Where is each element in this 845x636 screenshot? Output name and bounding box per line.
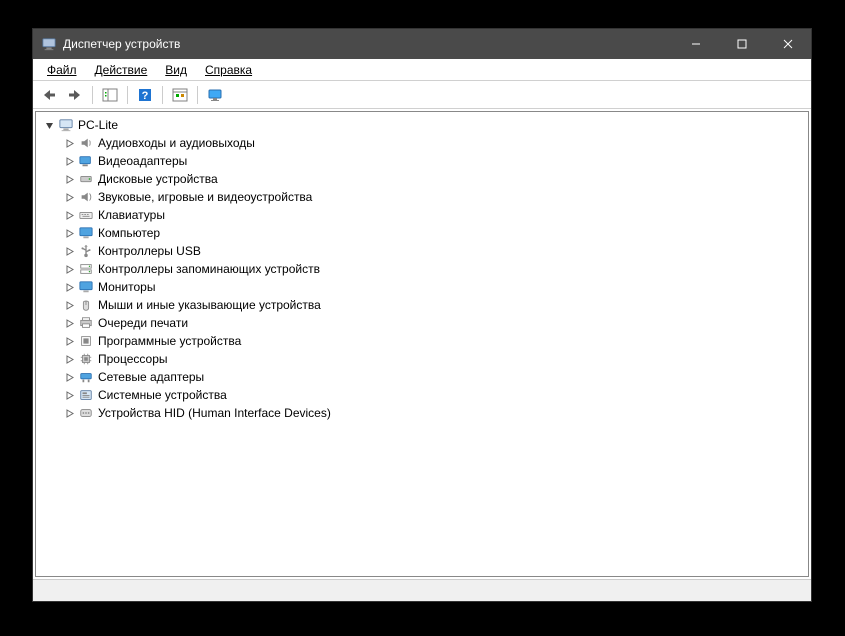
category-label: Процессоры (98, 352, 168, 366)
remote-computer-button[interactable] (203, 84, 227, 106)
back-button[interactable] (37, 84, 61, 106)
window-title: Диспетчер устройств (63, 37, 180, 51)
system-icon (78, 387, 94, 403)
chevron-down-icon[interactable] (42, 118, 56, 132)
menubar: Файл Действие Вид Справка (33, 59, 811, 81)
root-label: PC-Lite (78, 118, 118, 132)
tree-category-node[interactable]: Мониторы (58, 278, 806, 296)
titlebar: Диспетчер устройств (33, 29, 811, 59)
storage-ctrl-icon (78, 261, 94, 277)
category-label: Программные устройства (98, 334, 241, 348)
tree-category-node[interactable]: Звуковые, игровые и видеоустройства (58, 188, 806, 206)
printer-icon (78, 315, 94, 331)
tree-category-node[interactable]: Системные устройства (58, 386, 806, 404)
chevron-right-icon[interactable] (62, 352, 76, 366)
chevron-right-icon[interactable] (62, 172, 76, 186)
computer-icon (58, 117, 74, 133)
chevron-right-icon[interactable] (62, 136, 76, 150)
chevron-right-icon[interactable] (62, 406, 76, 420)
monitor-icon (78, 279, 94, 295)
tree-category-node[interactable]: Программные устройства (58, 332, 806, 350)
tree-category-node[interactable]: Очереди печати (58, 314, 806, 332)
category-label: Очереди печати (98, 316, 188, 330)
tree-category-node[interactable]: Процессоры (58, 350, 806, 368)
chevron-right-icon[interactable] (62, 262, 76, 276)
toolbar-separator (92, 86, 93, 104)
close-button[interactable] (765, 29, 811, 59)
chevron-right-icon[interactable] (62, 244, 76, 258)
chevron-right-icon[interactable] (62, 280, 76, 294)
tree-category-node[interactable]: Дисковые устройства (58, 170, 806, 188)
chevron-right-icon[interactable] (62, 190, 76, 204)
menu-help[interactable]: Справка (197, 61, 260, 79)
category-label: Контроллеры USB (98, 244, 201, 258)
chevron-right-icon[interactable] (62, 226, 76, 240)
tree-category-node[interactable]: Клавиатуры (58, 206, 806, 224)
tree-category-node[interactable]: Видеоадаптеры (58, 152, 806, 170)
tree-category-node[interactable]: Контроллеры запоминающих устройств (58, 260, 806, 278)
usb-icon (78, 243, 94, 259)
app-icon (41, 36, 57, 52)
software-icon (78, 333, 94, 349)
forward-button[interactable] (63, 84, 87, 106)
category-label: Контроллеры запоминающих устройств (98, 262, 320, 276)
network-icon (78, 369, 94, 385)
scan-hardware-button[interactable] (168, 84, 192, 106)
toolbar: ? (33, 81, 811, 109)
tree-category-node[interactable]: Аудиовходы и аудиовыходы (58, 134, 806, 152)
chevron-right-icon[interactable] (62, 298, 76, 312)
svg-text:?: ? (142, 90, 149, 102)
tree-category-node[interactable]: Мыши и иные указывающие устройства (58, 296, 806, 314)
category-label: Компьютер (98, 226, 160, 240)
chevron-right-icon[interactable] (62, 316, 76, 330)
tree-category-node[interactable]: Устройства HID (Human Interface Devices) (58, 404, 806, 422)
toolbar-separator (197, 86, 198, 104)
category-label: Видеоадаптеры (98, 154, 187, 168)
tree-root-node[interactable]: PC-Lite (38, 116, 806, 134)
toolbar-separator (162, 86, 163, 104)
display-adapter-icon (78, 153, 94, 169)
chevron-right-icon[interactable] (62, 208, 76, 222)
cpu-icon (78, 351, 94, 367)
chevron-right-icon[interactable] (62, 370, 76, 384)
menu-view[interactable]: Вид (157, 61, 195, 79)
show-hide-console-button[interactable] (98, 84, 122, 106)
category-label: Устройства HID (Human Interface Devices) (98, 406, 331, 420)
minimize-button[interactable] (673, 29, 719, 59)
disk-icon (78, 171, 94, 187)
tree-category-node[interactable]: Контроллеры USB (58, 242, 806, 260)
toolbar-separator (127, 86, 128, 104)
sound-icon (78, 189, 94, 205)
maximize-button[interactable] (719, 29, 765, 59)
tree-category-node[interactable]: Компьютер (58, 224, 806, 242)
category-label: Дисковые устройства (98, 172, 218, 186)
chevron-right-icon[interactable] (62, 388, 76, 402)
category-label: Сетевые адаптеры (98, 370, 204, 384)
category-label: Клавиатуры (98, 208, 165, 222)
help-button[interactable]: ? (133, 84, 157, 106)
category-label: Аудиовходы и аудиовыходы (98, 136, 255, 150)
hid-icon (78, 405, 94, 421)
category-label: Системные устройства (98, 388, 227, 402)
chevron-right-icon[interactable] (62, 334, 76, 348)
audio-io-icon (78, 135, 94, 151)
mouse-icon (78, 297, 94, 313)
category-label: Мониторы (98, 280, 155, 294)
category-label: Мыши и иные указывающие устройства (98, 298, 321, 312)
statusbar (33, 579, 811, 601)
computer-icon (78, 225, 94, 241)
menu-action[interactable]: Действие (87, 61, 156, 79)
category-label: Звуковые, игровые и видеоустройства (98, 190, 312, 204)
tree-category-node[interactable]: Сетевые адаптеры (58, 368, 806, 386)
chevron-right-icon[interactable] (62, 154, 76, 168)
keyboard-icon (78, 207, 94, 223)
device-manager-window: Диспетчер устройств Файл Действие Вид Сп… (32, 28, 812, 602)
device-tree-panel[interactable]: PC-Lite Аудиовходы и аудиовыходы Видеоада… (35, 111, 809, 577)
menu-file[interactable]: Файл (39, 61, 85, 79)
